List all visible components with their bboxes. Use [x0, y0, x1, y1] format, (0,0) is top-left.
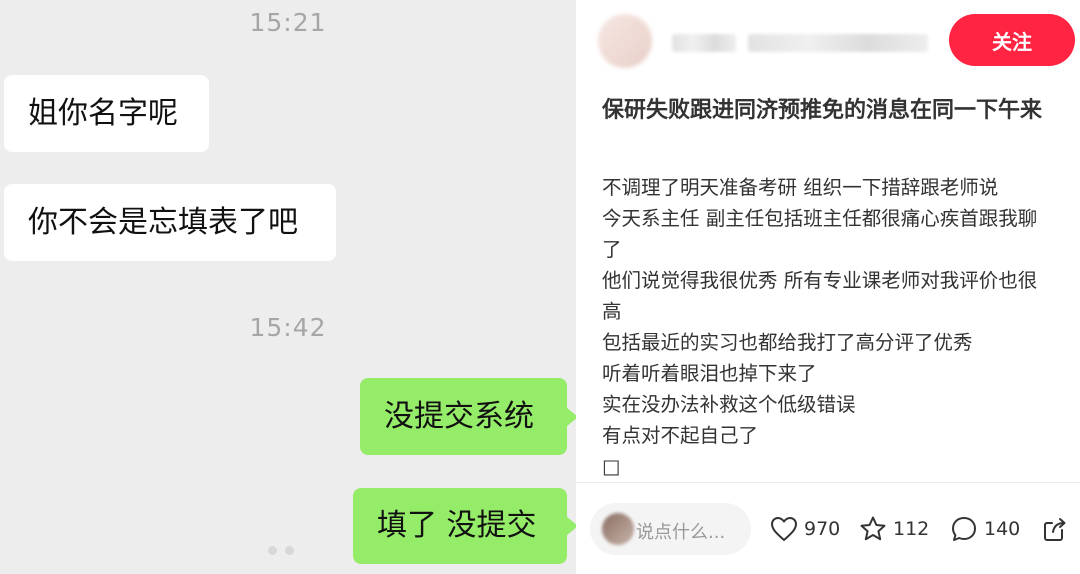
- like-button[interactable]: 970: [770, 512, 840, 546]
- content-line: 听着听着眼泪也掉下来了: [602, 362, 817, 385]
- content-line: 了: [602, 238, 622, 261]
- post-content: 不调理了明天准备考研 组织一下措辞跟老师说 今天系主任 副主任包括班主任都很痛心…: [602, 172, 1072, 482]
- comment-placeholder: 说点什么...: [636, 522, 726, 543]
- content-line: 不调理了明天准备考研 组织一下措辞跟老师说: [602, 176, 999, 199]
- chat-timestamp: 15:21: [249, 8, 327, 37]
- author-name-blurred[interactable]: [672, 34, 736, 52]
- content-line: 有点对不起自己了: [602, 424, 759, 447]
- share-icon: [1044, 518, 1066, 541]
- heart-icon: [771, 517, 797, 541]
- content-line: 高: [602, 300, 622, 323]
- star-icon: [860, 516, 886, 541]
- comment-input[interactable]: 说点什么...: [590, 503, 751, 555]
- chat-panel: 15:21 姐你名字呢 你不会是忘填表了吧 15:42 没提交系统 填了 没提交: [0, 0, 576, 574]
- share-button[interactable]: [1042, 512, 1074, 546]
- page-indicator: [268, 540, 302, 559]
- content-line: 今天系主任 副主任包括班主任都很痛心疾首跟我聊: [602, 207, 1038, 230]
- page-dot: [285, 546, 294, 555]
- divider: [576, 482, 1080, 483]
- page-dot: [268, 546, 277, 555]
- content-line: □: [602, 455, 621, 478]
- author-avatar[interactable]: [598, 14, 652, 68]
- comment-icon: [952, 517, 976, 541]
- incoming-message[interactable]: 你不会是忘填表了吧: [4, 184, 336, 261]
- author-info-blurred: [748, 34, 928, 52]
- outgoing-message[interactable]: 没提交系统: [360, 378, 576, 455]
- post-panel: 关注 保研失败跟进同济预推免的消息在同一下午来 不调理了明天准备考研 组织一下措…: [576, 0, 1080, 574]
- incoming-message[interactable]: 姐你名字呢: [4, 75, 209, 152]
- post-title: 保研失败跟进同济预推免的消息在同一下午来: [602, 98, 1043, 123]
- favorite-button[interactable]: 112: [859, 512, 929, 546]
- chat-timestamp: 15:42: [249, 313, 327, 342]
- favorite-count: 112: [893, 518, 930, 540]
- user-avatar: [602, 513, 634, 545]
- comment-count: 140: [984, 518, 1021, 540]
- like-count: 970: [804, 518, 841, 540]
- content-line: 实在没办法补救这个低级错误: [602, 393, 856, 416]
- follow-button[interactable]: 关注: [949, 14, 1075, 66]
- content-line: 包括最近的实习也都给我打了高分评了优秀: [602, 331, 973, 354]
- comment-button[interactable]: 140: [950, 512, 1020, 546]
- content-line: 他们说觉得我很优秀 所有专业课老师对我评价也很: [602, 269, 1038, 292]
- outgoing-message[interactable]: 填了 没提交: [353, 488, 576, 564]
